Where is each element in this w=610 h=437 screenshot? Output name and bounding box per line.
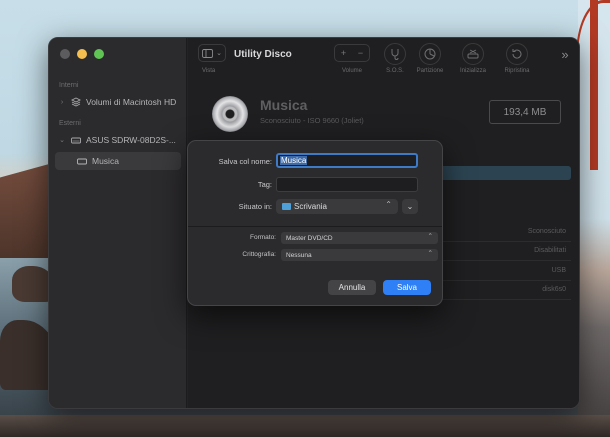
save-dialog: Salva col nome: Musica Tag: Situato in: … [187, 140, 443, 306]
format-select[interactable]: Master DVD/CD ⌃ [281, 232, 438, 244]
first-aid-button[interactable] [384, 43, 406, 65]
sidebar-item-asus-drive[interactable]: ⌄ ASUS SDRW-08D2S-... [55, 131, 181, 149]
cd-disc-icon [212, 96, 248, 132]
partition-icon [424, 48, 436, 60]
disk-name: Musica [260, 97, 308, 113]
erase-button[interactable] [462, 43, 484, 65]
updown-chevron-icon: ⌃ [385, 200, 392, 209]
chevron-down-icon[interactable]: ⌄ [58, 136, 66, 144]
folder-icon [282, 203, 291, 210]
encryption-value: Nessuna [286, 251, 312, 259]
save-button[interactable]: Salva [383, 280, 431, 295]
sidebar-item-label: ASUS SDRW-08D2S-... [86, 135, 176, 145]
tags-label: Tag: [257, 180, 272, 189]
remove-volume-button[interactable]: − [358, 48, 363, 58]
sidebar-item-musica[interactable]: Musica [55, 152, 181, 170]
save-as-field[interactable]: Musica [276, 153, 418, 168]
disc-icon [77, 156, 87, 166]
disk-subtitle: Sconosciuto - ISO 9660 (Joliet) [260, 116, 364, 125]
volume-label: Volume [341, 68, 362, 74]
erase-drive-icon [467, 49, 479, 59]
sidebar-item-label: Musica [92, 156, 119, 166]
expand-dialog-button[interactable]: ⌄ [402, 199, 418, 214]
partition-button[interactable] [419, 43, 441, 65]
add-volume-button[interactable]: + [341, 48, 346, 58]
restore-icon [512, 49, 522, 59]
close-button[interactable] [60, 49, 70, 59]
volume-buttons: + − [334, 44, 370, 62]
view-label: Vista [202, 68, 216, 74]
format-label: Formato: [249, 234, 276, 241]
partition-label: Partizione [416, 68, 444, 74]
view-button[interactable]: ⌄ [198, 44, 226, 62]
save-as-value: Musica [280, 156, 308, 165]
encryption-label: Crittografia: [242, 251, 276, 258]
location-select[interactable]: Scrivania ⌃ [276, 199, 398, 214]
sidebar: Interni › Volumi di Macintosh HD Esterni… [49, 38, 187, 408]
minimize-button[interactable] [77, 49, 87, 59]
encryption-select[interactable]: Nessuna ⌃ [281, 249, 438, 261]
updown-chevron-icon: ⌃ [427, 233, 433, 240]
chevron-down-icon: ⌄ [406, 202, 414, 211]
location-value: Scrivania [294, 202, 327, 211]
erase-label: Inizializza [459, 68, 486, 74]
chevron-down-icon: ⌄ [216, 50, 222, 57]
updown-chevron-icon: ⌃ [427, 250, 433, 257]
cancel-button[interactable]: Annulla [328, 280, 376, 295]
divider [188, 226, 442, 227]
chevron-right-icon[interactable]: › [58, 99, 66, 106]
toolbar: ⌄ Vista Utility Disco + − Volume S.O.S. … [188, 38, 579, 86]
disk-size-badge: 193,4 MB [489, 100, 561, 124]
sidebar-item-macintosh-hd[interactable]: › Volumi di Macintosh HD [55, 93, 181, 111]
restore-button[interactable] [506, 43, 528, 65]
location-label: Situato in: [238, 202, 272, 211]
wallpaper-bottom-rocks [0, 415, 610, 437]
stethoscope-icon [391, 49, 399, 60]
format-value: Master DVD/CD [286, 234, 333, 242]
zoom-button[interactable] [94, 49, 104, 59]
window-title: Utility Disco [234, 49, 292, 60]
sidebar-section-internal: Interni [59, 82, 79, 89]
restore-label: Ripristina [504, 68, 530, 74]
sidebar-toggle-icon [202, 48, 214, 58]
drive-icon [71, 135, 81, 145]
stack-icon [71, 97, 81, 107]
save-as-label: Salva col nome: [218, 157, 272, 166]
window-controls [60, 49, 104, 59]
sidebar-item-label: Volumi di Macintosh HD [86, 97, 177, 107]
sidebar-section-external: Esterni [59, 120, 81, 127]
tags-field[interactable] [276, 177, 418, 192]
more-toolbar-button[interactable]: » [554, 43, 576, 65]
